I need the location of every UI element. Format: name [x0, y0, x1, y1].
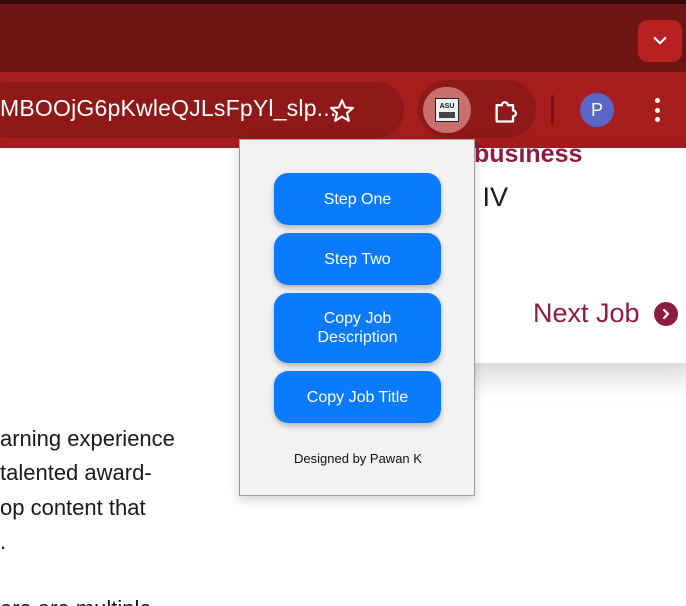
url-text[interactable]: MBOOjG6pKwleQJLsFpYl_slp... [0, 95, 336, 122]
step-two-button[interactable]: Step Two [274, 233, 441, 285]
body-line: talented award- [0, 460, 152, 485]
copy-job-title-button[interactable]: Copy Job Title [274, 371, 441, 423]
address-bar[interactable]: MBOOjG6pKwleQJLsFpYl_slp... [0, 82, 404, 138]
body-line: ere are multiple [0, 596, 152, 606]
toolbar-divider [551, 95, 554, 125]
chevron-right-circle-icon [653, 301, 678, 326]
tab-search-button[interactable] [638, 20, 682, 62]
asu-extension-icon: ASU [435, 98, 459, 122]
body-line: . [0, 529, 7, 554]
step-one-button[interactable]: Step One [274, 173, 441, 225]
next-job-link[interactable]: Next Job [533, 298, 678, 329]
next-job-label: Next Job [533, 298, 640, 328]
browser-window: MBOOjG6pKwleQJLsFpYl_slp... ASU P busine… [0, 0, 686, 606]
extensions-menu-button[interactable] [488, 93, 524, 129]
bookmark-button[interactable] [322, 91, 362, 131]
chevron-down-icon [653, 36, 667, 45]
job-card [440, 148, 686, 363]
browser-toolbar: MBOOjG6pKwleQJLsFpYl_slp... ASU P [0, 72, 686, 148]
copy-job-description-button[interactable]: Copy Job Description [274, 293, 441, 363]
asu-extension-button[interactable]: ASU [423, 87, 471, 133]
tab-strip [0, 4, 686, 72]
business-heading: business [474, 140, 583, 168]
more-vertical-icon[interactable] [645, 94, 669, 126]
body-line: arning experience [0, 426, 175, 451]
extension-popup: Step One Step Two Copy Job Description C… [239, 139, 475, 496]
designed-by-footer: Designed by Pawan K [294, 451, 422, 466]
star-icon [329, 99, 355, 122]
profile-avatar[interactable]: P [580, 93, 614, 127]
puzzle-icon [495, 101, 518, 123]
body-line: op content that [0, 495, 146, 520]
